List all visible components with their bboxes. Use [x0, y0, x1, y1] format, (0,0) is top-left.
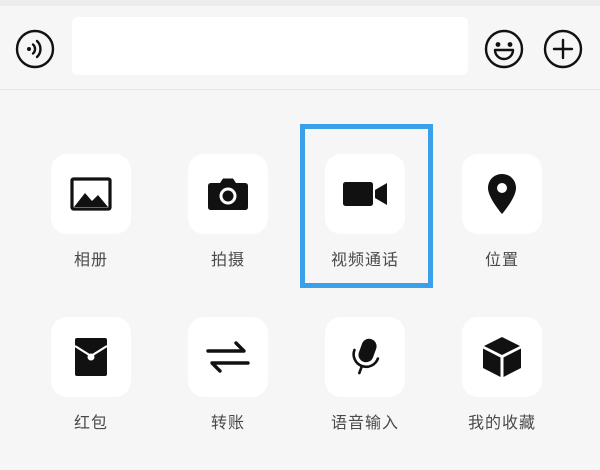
video-call-tile	[325, 154, 405, 234]
plus-circle-icon	[543, 29, 583, 69]
voice-input-tile	[325, 317, 405, 397]
photo-album-item[interactable]: 相册	[27, 154, 147, 284]
chat-input-bar	[0, 0, 600, 90]
photo-album-label: 相册	[73, 250, 108, 269]
emoji-button[interactable]	[484, 29, 524, 69]
camera-tile	[188, 154, 268, 234]
favorites-label: 我的收藏	[467, 413, 536, 432]
camera-item[interactable]: 拍摄	[164, 154, 284, 284]
favorites-cube-icon	[483, 337, 521, 377]
voice-input-item[interactable]: 语音输入	[301, 317, 421, 447]
camera-icon	[208, 178, 248, 210]
favorites-item[interactable]: 我的收藏	[438, 317, 558, 447]
transfer-item[interactable]: 转账	[164, 317, 284, 447]
more-functions-button[interactable]	[543, 29, 583, 69]
red-packet-item[interactable]: 红包	[27, 317, 147, 447]
voice-wave-icon	[15, 29, 55, 69]
video-camera-icon	[343, 182, 387, 206]
video-call-item[interactable]: 视频通话	[301, 154, 421, 284]
red-packet-icon	[74, 338, 108, 376]
transfer-arrows-icon	[206, 341, 250, 373]
location-pin-icon	[488, 174, 516, 214]
transfer-label: 转账	[210, 413, 245, 432]
top-divider	[0, 0, 600, 6]
red-packet-label: 红包	[73, 413, 108, 432]
voice-toggle-button[interactable]	[15, 29, 55, 69]
photo-album-tile	[51, 154, 131, 234]
photo-album-icon	[70, 177, 112, 211]
location-item[interactable]: 位置	[438, 154, 558, 284]
more-functions-panel: 相册 拍摄 视频通话 位置 红包 转账 语音输入 我的收藏	[0, 91, 600, 470]
microphone-icon	[352, 338, 380, 375]
favorites-tile	[462, 317, 542, 397]
location-tile	[462, 154, 542, 234]
voice-input-label: 语音输入	[330, 413, 399, 432]
smiley-icon	[484, 29, 524, 69]
location-label: 位置	[484, 250, 519, 269]
video-call-label: 视频通话	[330, 250, 399, 269]
message-input[interactable]	[72, 17, 468, 75]
transfer-tile	[188, 317, 268, 397]
red-packet-tile	[51, 317, 131, 397]
camera-label: 拍摄	[210, 250, 245, 269]
